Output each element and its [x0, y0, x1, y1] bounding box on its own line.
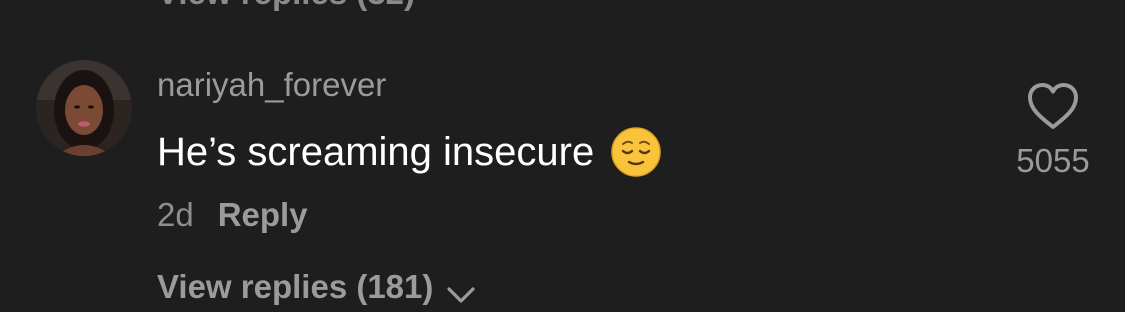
comment-username[interactable]: nariyah_forever: [157, 66, 386, 104]
comment-meta: 2d Reply: [157, 196, 308, 234]
reply-button[interactable]: Reply: [218, 196, 308, 234]
like-count: 5055: [1016, 142, 1090, 179]
heart-outline-icon[interactable]: [1025, 80, 1081, 132]
chevron-down-icon: [445, 276, 477, 303]
comment-text: He’s screaming insecure: [157, 129, 595, 174]
avatar[interactable]: [36, 60, 132, 156]
view-replies-button[interactable]: View replies (181): [157, 268, 477, 306]
comment-body: He’s screaming insecure: [157, 126, 662, 178]
view-replies-label: View replies (181): [157, 268, 434, 305]
comment-section: View replies (32) nariyah_forever He’s s…: [0, 0, 1125, 312]
comment-timestamp: 2d: [157, 196, 194, 233]
previous-view-replies-button[interactable]: View replies (32): [157, 0, 415, 12]
relieved-face-emoji-icon: [610, 126, 662, 178]
like-control: 5055: [1005, 80, 1101, 180]
